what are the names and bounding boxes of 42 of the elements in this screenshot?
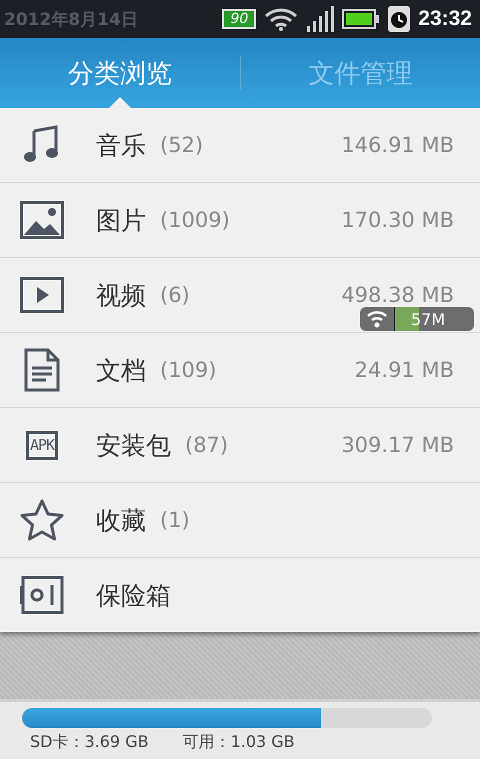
category-item[interactable]: 视频 (6) 498.38 MB 57M [0,258,480,333]
item-count: (52) [160,133,204,157]
traffic-value: 57M [411,310,446,328]
total-size: 24.91 MB [354,358,454,382]
apk-icon: APK [26,430,58,460]
category-item[interactable]: APK 安装包 (87) 309.17 MB [0,408,480,483]
document-icon [24,348,60,392]
category-name: 保险箱 [96,580,171,612]
total-size: 309.17 MB [341,433,454,457]
sd-total: SD卡：3.69 GB [30,732,149,752]
item-count: (1) [160,508,190,532]
total-size: 498.38 MB [341,283,454,307]
clock-time: 23:32 [418,7,472,31]
category-item[interactable]: 保险箱 [0,558,480,632]
category-name: 文档 [96,354,146,386]
category-name: 视频 [96,280,146,312]
total-size: 170.30 MB [341,208,454,232]
star-icon [20,499,64,541]
item-count: (6) [160,283,190,307]
category-name: 收藏 [96,504,146,536]
battery-badge: 90 [222,9,256,29]
sd-available: 可用：1.03 GB [182,732,295,752]
wifi-icon [264,7,298,31]
play-icon [20,277,64,313]
category-name: 图片 [96,204,146,236]
item-count: (1009) [160,208,230,232]
category-name: 音乐 [96,130,146,162]
signal-icon [306,6,334,32]
item-count: (87) [185,433,228,457]
category-item[interactable]: 文档 (109) 24.91 MB [0,333,480,408]
wifi-icon [366,308,388,330]
image-icon [20,201,64,239]
category-item[interactable]: 音乐 (52) 146.91 MB [0,108,480,183]
category-item[interactable]: 图片 (1009) 170.30 MB [0,183,480,258]
safe-icon [20,576,64,614]
item-count: (109) [160,358,216,382]
date-text: 2012年8月14日 [4,8,138,30]
total-size: 146.91 MB [341,133,454,157]
category-item[interactable]: 收藏 (1) [0,483,480,558]
alarm-icon [388,6,410,32]
battery-icon [342,9,380,29]
category-name: 安装包 [96,430,171,462]
